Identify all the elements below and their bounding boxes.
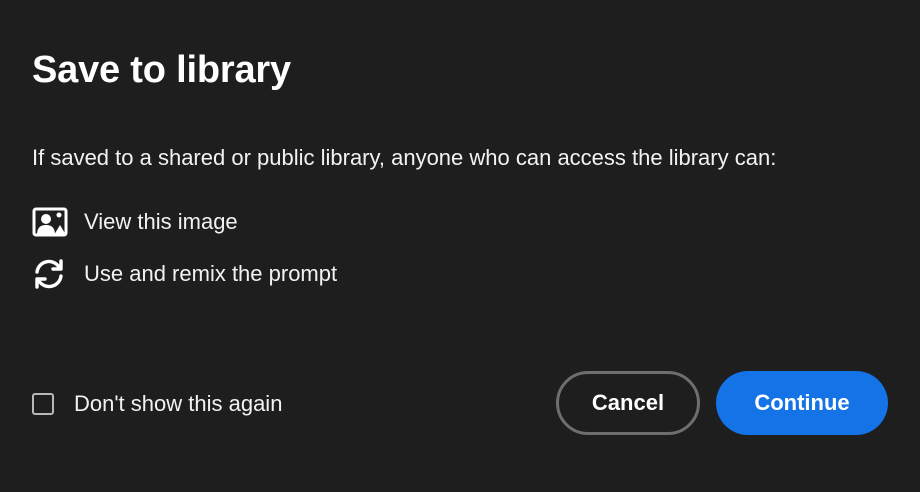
image-person-icon (32, 204, 68, 240)
save-to-library-dialog: Save to library If saved to a shared or … (0, 0, 920, 492)
refresh-icon (32, 256, 68, 292)
dialog-description: If saved to a shared or public library, … (32, 145, 777, 170)
continue-button[interactable]: Continue (716, 371, 888, 435)
dialog-title: Save to library (32, 49, 291, 91)
list-item-view-image: View this image (32, 202, 337, 242)
permission-label: Use and remix the prompt (84, 261, 338, 286)
permission-label: View this image (84, 209, 238, 234)
dont-show-again-label: Don't show this again (74, 391, 283, 416)
permission-list: View this image Use and remix the prompt (32, 202, 337, 306)
list-item-remix-prompt: Use and remix the prompt (32, 254, 337, 294)
dont-show-again-checkbox[interactable] (32, 393, 54, 415)
cancel-button[interactable]: Cancel (556, 371, 700, 435)
dont-show-again-option[interactable]: Don't show this again (32, 386, 282, 422)
